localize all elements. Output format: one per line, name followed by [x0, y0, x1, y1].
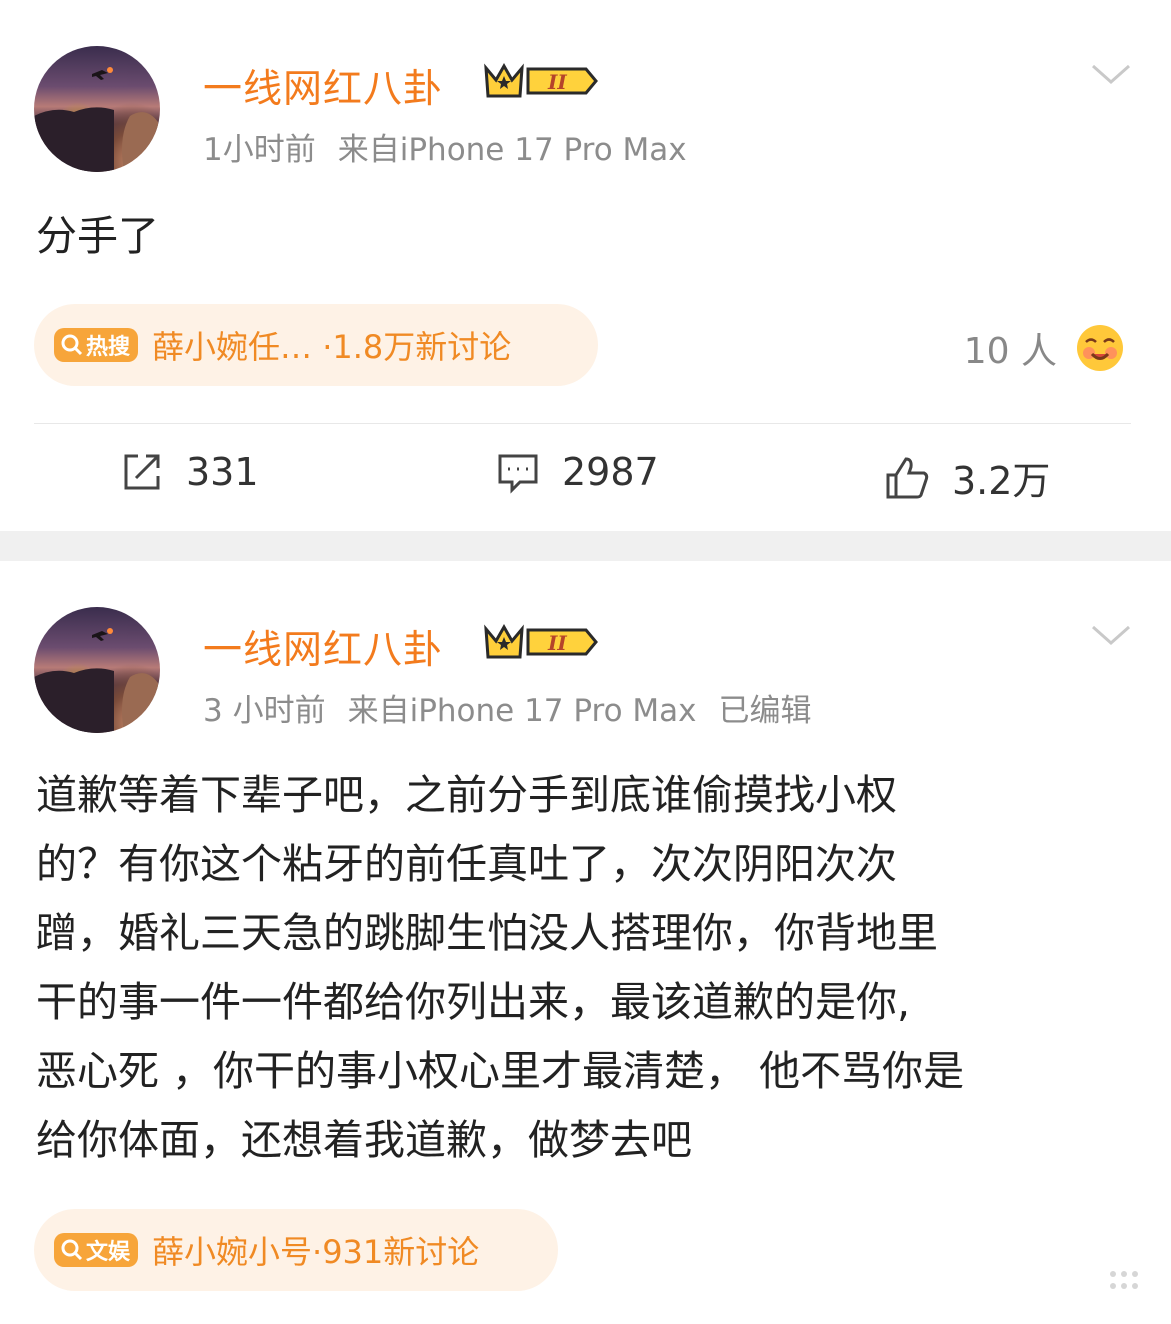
avatar[interactable] — [34, 46, 160, 172]
post-text: 道歉等着下辈子吧，之前分手到底谁偷摸找小权 的？有你这个粘牙的前任真吐了，次次阴… — [36, 761, 964, 1175]
post-text-line: 干的事一件一件都给你列出来，最该道歉的是你, — [36, 978, 911, 1026]
vip-crown-icon[interactable]: II — [482, 621, 600, 667]
post-meta: 3 小时前 来自iPhone 17 Pro Max 已编辑 — [203, 685, 834, 730]
post-text-line: 的？有你这个粘牙的前任真吐了，次次阴阳次次 — [36, 840, 897, 888]
post-time: 1小时前 — [203, 132, 316, 168]
like-button[interactable]: 3.2万 — [884, 450, 1050, 505]
post-text-line: 蹭，婚礼三天急的跳脚生怕没人搭理你，你背地里 — [36, 909, 938, 957]
badge-label: 热搜 — [86, 335, 131, 360]
badge-label: 文娱 — [86, 1240, 131, 1265]
topic-text: 薛小婉小号·931新讨论 — [152, 1233, 480, 1271]
svg-text:II: II — [547, 631, 567, 655]
weibo-post-2: 一线网红八卦 II 3 小时前 来自iPhone 17 Pro Max 已编辑 道歉… — [0, 561, 1171, 1324]
post-meta: 1小时前 来自iPhone 17 Pro Max — [203, 124, 709, 169]
topic-pill[interactable]: 热搜 薛小婉任… ·1.8万新讨论 — [34, 304, 598, 386]
search-icon — [61, 334, 83, 356]
author-name[interactable]: 一线网红八卦 — [203, 619, 443, 675]
like-icon — [886, 456, 929, 498]
like-count: 3.2万 — [952, 459, 1051, 503]
post-source: 来自iPhone 17 Pro Max — [337, 132, 687, 168]
search-icon — [61, 1239, 83, 1261]
chevron-down-icon[interactable] — [1091, 623, 1131, 651]
avatar[interactable] — [34, 607, 160, 733]
reactions[interactable]: 10 人 — [964, 322, 1125, 374]
reaction-count: 10 人 — [963, 331, 1057, 372]
post-source: 来自iPhone 17 Pro Max — [347, 693, 697, 729]
repost-button[interactable]: 331 — [120, 450, 259, 494]
chevron-down-icon[interactable] — [1091, 62, 1131, 90]
post-text-line: 分手了 — [36, 212, 159, 260]
topic-text: 薛小婉任… ·1.8万新讨论 — [152, 328, 512, 366]
divider — [34, 423, 1131, 424]
svg-text:II: II — [547, 70, 567, 94]
repost-icon — [124, 454, 160, 490]
topic-pill[interactable]: 文娱 薛小婉小号·931新讨论 — [34, 1209, 558, 1291]
post-text-line: 恶心死 ，你干的事小权心里才最清楚， 他不骂你是 — [36, 1047, 965, 1095]
repost-count: 331 — [186, 450, 259, 494]
watermark-dots-icon — [1107, 1268, 1141, 1296]
comment-button[interactable]: 2987 — [496, 450, 659, 494]
weibo-post-1: 一线网红八卦 II 1小时前 来自iPhone 17 Pro Max 分手了 热搜… — [0, 0, 1171, 531]
post-separator — [0, 531, 1171, 561]
post-text-line: 道歉等着下辈子吧，之前分手到底谁偷摸找小权 — [36, 771, 897, 819]
vip-crown-icon[interactable]: II — [482, 60, 600, 106]
post-text: 分手了 — [36, 202, 159, 271]
comment-icon — [498, 454, 538, 494]
hot-search-badge: 热搜 — [54, 328, 139, 362]
reaction-emoji-icon — [1077, 325, 1123, 371]
post-time: 3 小时前 — [203, 693, 326, 729]
comment-count: 2987 — [562, 450, 659, 494]
author-name[interactable]: 一线网红八卦 — [203, 58, 443, 114]
entertainment-badge: 文娱 — [54, 1233, 139, 1267]
post-text-line: 给你体面，还想着我道歉，做梦去吧 — [36, 1116, 692, 1164]
edited-label[interactable]: 已编辑 — [719, 693, 812, 729]
